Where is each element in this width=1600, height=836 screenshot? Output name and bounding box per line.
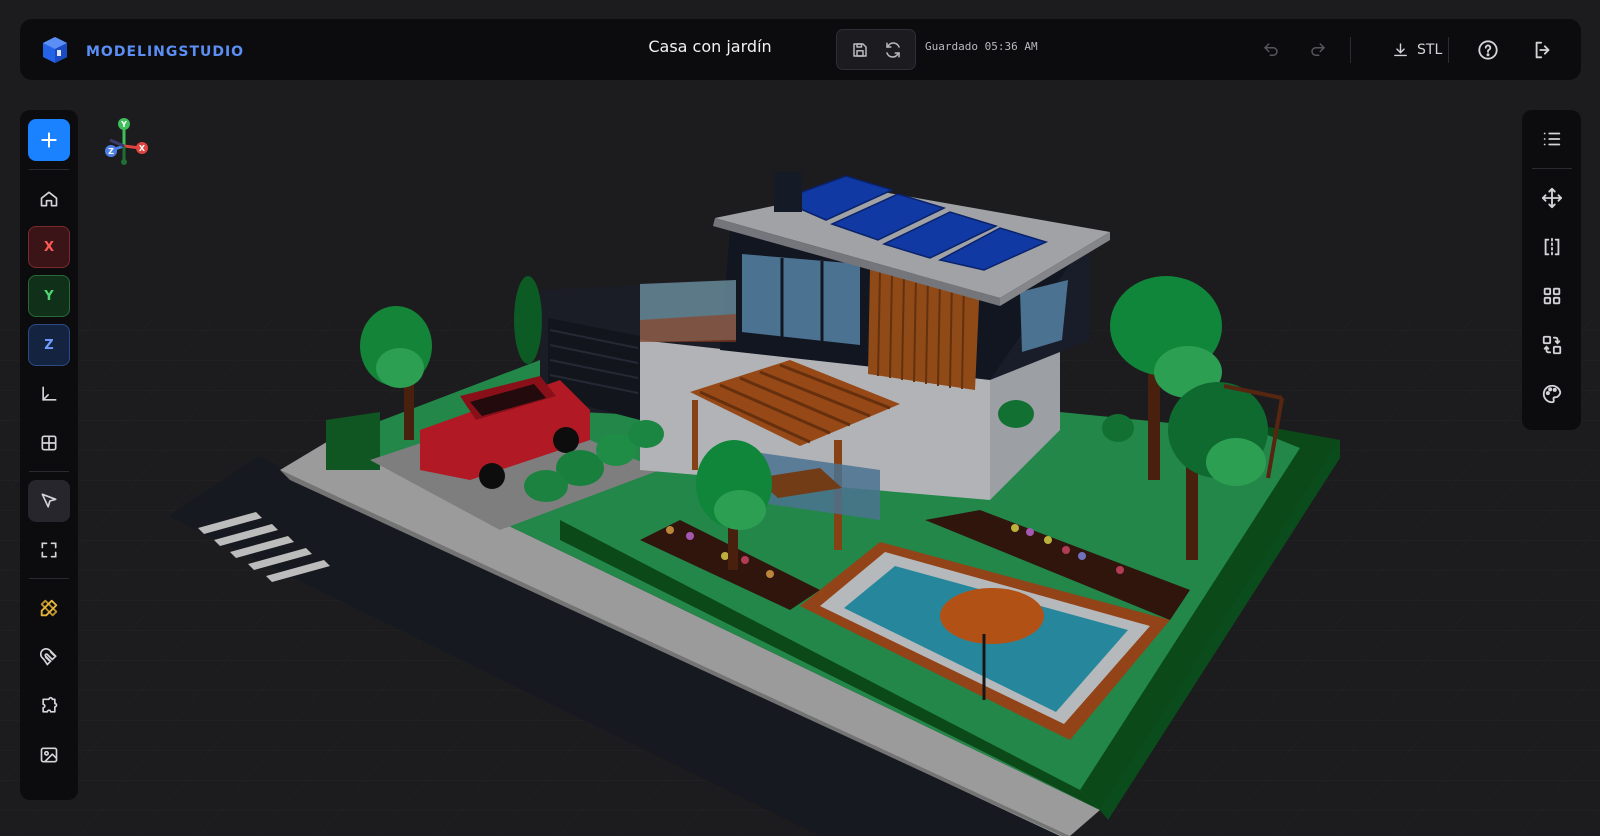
toolbar-divider <box>1350 37 1351 63</box>
help-icon[interactable] <box>1474 36 1502 64</box>
axis-z-view-button[interactable]: Z <box>28 324 70 366</box>
toolbar-divider <box>1448 37 1449 63</box>
right-toolbar <box>1522 110 1581 430</box>
axes-icon <box>39 384 59 404</box>
replace-icon <box>1541 334 1563 356</box>
file-actions <box>836 29 916 70</box>
home-icon <box>39 189 59 209</box>
grid-2x2-icon <box>1541 285 1563 307</box>
toolbar-divider <box>29 471 69 472</box>
image-icon <box>39 745 59 765</box>
palette-icon <box>1541 383 1563 405</box>
axis-y-view-button[interactable]: Y <box>28 275 70 317</box>
axis-gizmo[interactable]: Y X Z <box>100 114 156 170</box>
toolbar-divider <box>1532 168 1572 169</box>
export-stl-button[interactable]: STL <box>1392 36 1442 64</box>
brand[interactable]: MODELINGSTUDIO <box>42 36 244 68</box>
save-icon[interactable] <box>851 41 869 59</box>
material-button[interactable] <box>1531 373 1573 415</box>
fullscreen-icon <box>39 540 59 560</box>
mirror-tool-button[interactable] <box>1531 226 1573 268</box>
gizmo-z-label: Z <box>108 147 114 156</box>
image-import-button[interactable] <box>28 734 70 776</box>
3d-viewport[interactable] <box>0 0 1600 836</box>
add-object-button[interactable] <box>28 119 70 161</box>
plus-icon <box>39 130 59 150</box>
list-icon <box>1541 128 1563 150</box>
pencil-ruler-icon <box>38 597 60 619</box>
select-tool-button[interactable] <box>28 480 70 522</box>
grid-toggle-button[interactable] <box>28 422 70 464</box>
flip-icon <box>1541 236 1563 258</box>
puzzle-icon <box>39 696 59 716</box>
plugins-button[interactable] <box>28 685 70 727</box>
array-tool-button[interactable] <box>1531 275 1573 317</box>
design-tools-button[interactable] <box>28 587 70 629</box>
document-title[interactable]: Casa con jardín <box>620 37 800 56</box>
move-icon <box>1541 187 1563 209</box>
home-view-button[interactable] <box>28 178 70 220</box>
fit-view-button[interactable] <box>28 529 70 571</box>
save-status: Guardado 05:36 AM <box>925 40 1038 53</box>
scene-render <box>0 0 1600 836</box>
cube-logo-icon <box>42 36 68 68</box>
replace-tool-button[interactable] <box>1531 324 1573 366</box>
magnet-icon <box>39 647 59 667</box>
gizmo-y-label: Y <box>120 120 127 129</box>
redo-icon[interactable] <box>1304 36 1332 64</box>
gizmo-x-label: X <box>139 144 146 153</box>
toolbar-divider <box>29 169 69 170</box>
export-label: STL <box>1417 42 1443 58</box>
move-tool-button[interactable] <box>1531 177 1573 219</box>
scene-list-button[interactable] <box>1531 118 1573 160</box>
axis-x-view-button[interactable]: X <box>28 226 70 268</box>
logout-icon[interactable] <box>1529 36 1557 64</box>
refresh-icon[interactable] <box>884 41 902 59</box>
left-toolbar: X Y Z <box>20 110 78 800</box>
grid-icon <box>39 433 59 453</box>
axes-toggle-button[interactable] <box>28 373 70 415</box>
undo-icon[interactable] <box>1257 36 1285 64</box>
download-icon <box>1392 42 1409 59</box>
cursor-icon <box>39 491 59 511</box>
brand-name: MODELINGSTUDIO <box>86 44 245 60</box>
top-bar: MODELINGSTUDIO Casa con jardín Guardado … <box>20 19 1581 80</box>
toolbar-divider <box>29 578 69 579</box>
snap-tool-button[interactable] <box>28 636 70 678</box>
